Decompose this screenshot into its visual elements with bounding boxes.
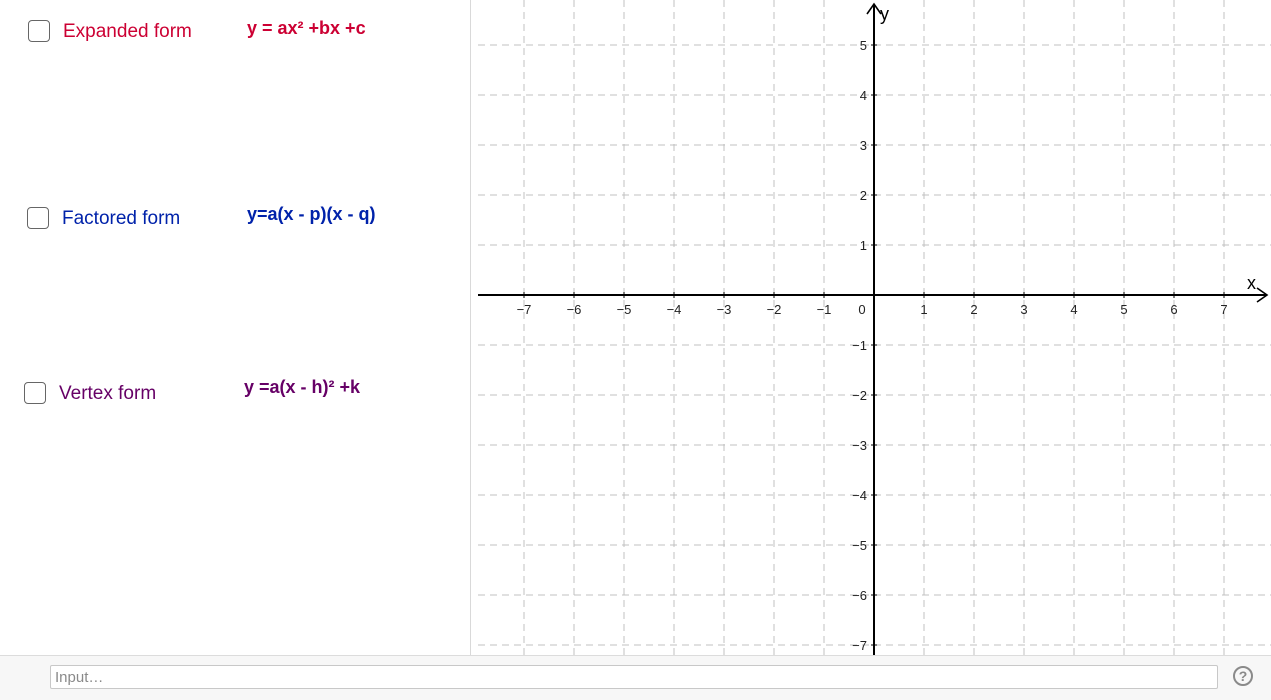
x-tick-label: −5 <box>617 302 632 317</box>
y-tick-label: 3 <box>860 138 867 153</box>
help-button[interactable]: ? <box>1233 666 1253 686</box>
factored-form-label[interactable]: Factored form <box>62 208 180 230</box>
y-tick-label: −6 <box>852 588 867 603</box>
vertex-form-checkbox[interactable] <box>24 382 46 404</box>
y-tick-label: 1 <box>860 238 867 253</box>
vertex-form-label[interactable]: Vertex form <box>59 383 156 405</box>
expanded-form-label[interactable]: Expanded form <box>63 21 192 43</box>
y-axis-label: y <box>880 4 889 24</box>
panel-divider[interactable] <box>470 0 471 655</box>
x-tick-label: −7 <box>517 302 532 317</box>
y-tick-label: −7 <box>852 638 867 653</box>
x-tick-label: −2 <box>767 302 782 317</box>
input-field[interactable] <box>50 665 1218 689</box>
y-tick-label: 5 <box>860 38 867 53</box>
x-tick-label: 5 <box>1120 302 1127 317</box>
x-axis-label: x <box>1247 273 1256 293</box>
expanded-form-checkbox[interactable] <box>28 20 50 42</box>
x-tick-label: −4 <box>667 302 682 317</box>
x-tick-label: 7 <box>1220 302 1227 317</box>
vertex-form-formula: y =a(x - h)² +k <box>244 377 361 397</box>
y-tick-label: −2 <box>852 388 867 403</box>
y-tick-label: −3 <box>852 438 867 453</box>
x-tick-label: −1 <box>817 302 832 317</box>
x-tick-label: 2 <box>970 302 977 317</box>
x-tick-label: 1 <box>920 302 927 317</box>
y-tick-label: −5 <box>852 538 867 553</box>
x-tick-label: 0 <box>858 302 865 317</box>
y-tick-label: −4 <box>852 488 867 503</box>
factored-form-checkbox[interactable] <box>27 207 49 229</box>
input-bar <box>0 655 1271 700</box>
x-tick-label: 6 <box>1170 302 1177 317</box>
x-tick-label: 3 <box>1020 302 1027 317</box>
y-tick-label: 2 <box>860 188 867 203</box>
x-tick-label: −3 <box>717 302 732 317</box>
algebra-panel: Expanded form y = ax² +bx +c Factored fo… <box>0 0 470 655</box>
y-tick-label: −1 <box>852 338 867 353</box>
coordinate-plane[interactable]: x y −7 −6 −5 −4 −3 −2 −1 0 1 2 3 4 5 6 7 5 4 3 2 1 −1 −2 −3 −4 −5 −… <box>478 0 1271 655</box>
y-tick-label: 4 <box>860 88 867 103</box>
x-tick-label: 4 <box>1070 302 1077 317</box>
graphics-view[interactable]: x y −7 −6 −5 −4 −3 −2 −1 0 1 2 3 4 5 6 7 5 4 3 2 1 −1 −2 −3 −4 −5 −… <box>478 0 1271 655</box>
factored-form-formula: y=a(x - p)(x - q) <box>247 204 376 224</box>
x-tick-label: −6 <box>567 302 582 317</box>
expanded-form-formula: y = ax² +bx +c <box>247 18 366 38</box>
